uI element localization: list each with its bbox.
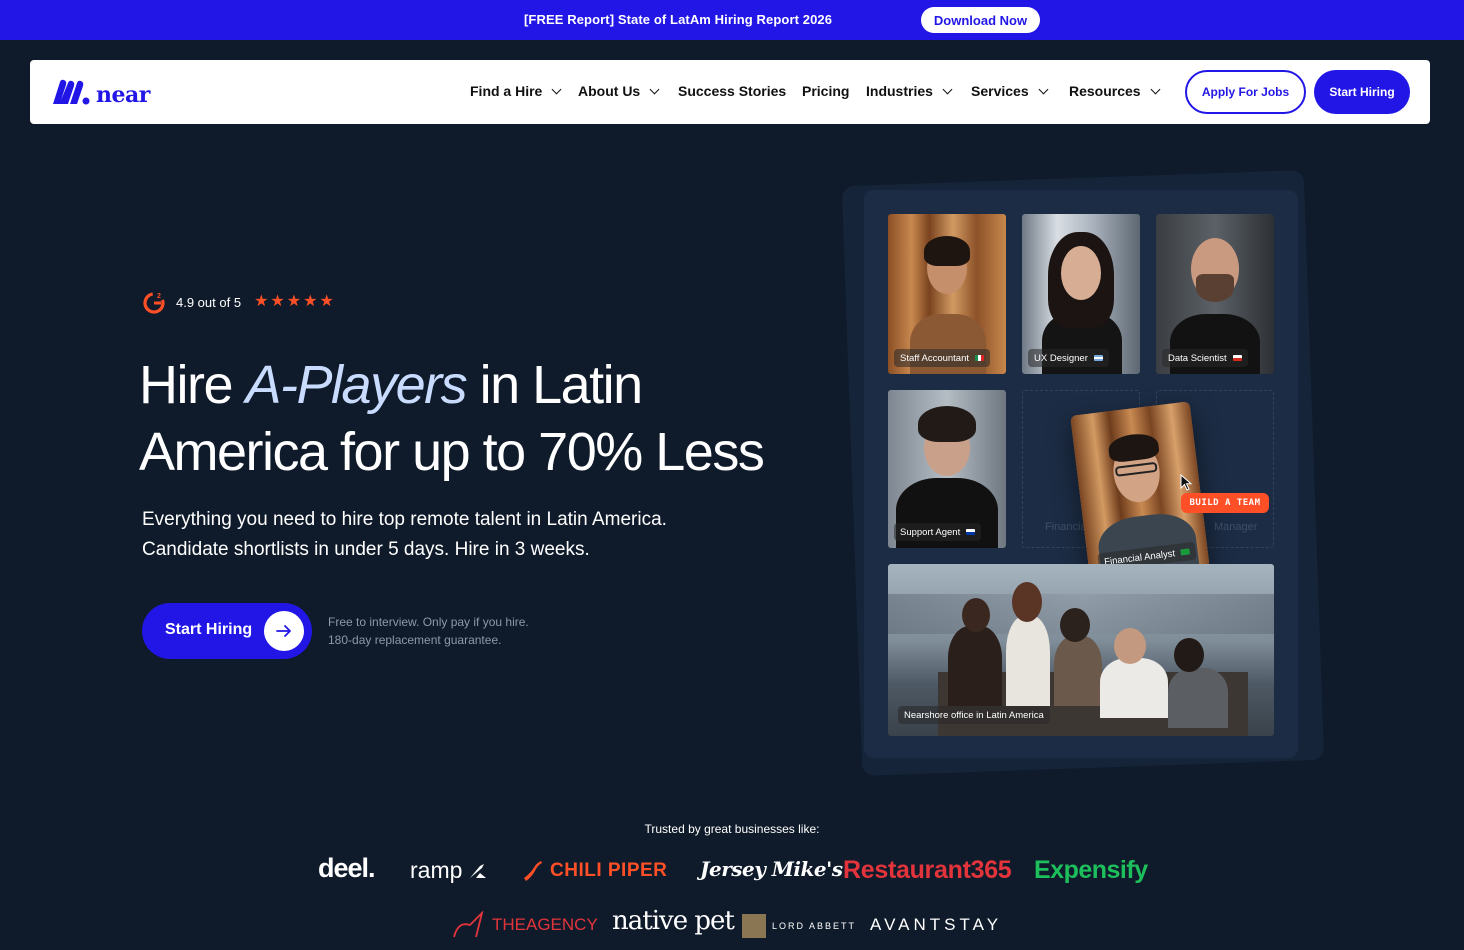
candidate-tile-staff-accountant[interactable]: Staff Accountant bbox=[888, 214, 1006, 374]
hero-headline: Hire A-Players in Latin America for up t… bbox=[139, 352, 839, 486]
svg-text:2: 2 bbox=[157, 293, 161, 300]
sub-line-1: Everything you need to hire top remote t… bbox=[142, 509, 667, 530]
tile-label: Staff Accountant bbox=[894, 349, 991, 367]
banner-text: [FREE Report] State of LatAm Hiring Repo… bbox=[524, 12, 833, 27]
uruguay-flag-icon bbox=[966, 529, 976, 535]
logo-lord-abbett-text: LORD ABBETT bbox=[772, 921, 857, 931]
nav-item-pricing[interactable]: Pricing bbox=[802, 83, 849, 99]
ramp-mark-icon bbox=[470, 863, 487, 878]
star-icon: ★ bbox=[319, 293, 334, 310]
logo-chili-piper: CHILI PIPER bbox=[522, 859, 667, 883]
candidate-tile-support-agent[interactable]: Support Agent bbox=[888, 390, 1006, 548]
build-a-team-badge[interactable]: BUILD A TEAM bbox=[1181, 493, 1269, 513]
logo-deel: deel. bbox=[318, 853, 376, 883]
nav-item-about-us[interactable]: About Us bbox=[578, 83, 660, 99]
logo-chili-piper-text: CHILI PIPER bbox=[550, 860, 668, 881]
nav-item-success-stories[interactable]: Success Stories bbox=[678, 83, 786, 99]
fine-line-2: 180-day replacement guarantee. bbox=[328, 633, 502, 647]
chevron-down-icon bbox=[1038, 84, 1049, 94]
headline-pre: Hire bbox=[139, 355, 246, 415]
logo-text: near bbox=[96, 82, 150, 108]
nav-item-find-a-hire[interactable]: Find a Hire bbox=[470, 83, 562, 99]
dim-slot-label: Manager bbox=[1214, 521, 1258, 533]
logo-expensify: Expensify bbox=[1034, 856, 1148, 884]
logo-ramp-text: ramp bbox=[410, 857, 463, 883]
hero-subheadline: Everything you need to hire top remote t… bbox=[142, 505, 782, 565]
brazil-flag-icon bbox=[1180, 548, 1191, 556]
nav-item-resources[interactable]: Resources bbox=[1069, 83, 1161, 99]
star-icon: ★ bbox=[270, 293, 285, 310]
chile-flag-icon bbox=[1232, 355, 1242, 361]
nav-item-label: Success Stories bbox=[678, 83, 787, 99]
tile-label: Support Agent bbox=[894, 523, 982, 541]
nav-item-label: Services bbox=[971, 83, 1029, 99]
star-icon: ★ bbox=[254, 293, 269, 310]
rating-stars: ★ ★ ★ ★ ★ bbox=[254, 294, 334, 310]
logo-native-pet: native pet bbox=[612, 906, 735, 936]
nav-item-label: Resources bbox=[1069, 83, 1141, 99]
arrow-right-icon bbox=[264, 611, 304, 651]
g2-rating: 2 4.9 out of 5 ★ ★ ★ ★ ★ bbox=[142, 290, 334, 314]
chevron-down-icon bbox=[1150, 84, 1161, 94]
logo-avantstay: AVANTSTAY bbox=[870, 915, 1003, 934]
chili-pepper-icon bbox=[524, 861, 542, 881]
rating-text: 4.9 out of 5 bbox=[176, 294, 242, 310]
near-logo[interactable]: near bbox=[50, 77, 150, 108]
download-now-button[interactable]: Download Now bbox=[921, 7, 1040, 33]
chevron-down-icon bbox=[649, 84, 660, 94]
logo-restaurant365: Restaurant365 bbox=[843, 856, 1012, 884]
argentina-flag-icon bbox=[1093, 355, 1103, 361]
nav-item-label: Industries bbox=[866, 83, 933, 99]
sub-line-2: Candidate shortlists in under 5 days. Hi… bbox=[142, 539, 590, 560]
chevron-down-icon bbox=[942, 84, 953, 94]
the-agency-mark-icon bbox=[453, 911, 484, 938]
mexico-flag-icon bbox=[975, 355, 985, 361]
office-photo: Nearshore office in Latin America bbox=[888, 564, 1274, 736]
nav-item-label: Pricing bbox=[802, 83, 850, 99]
cursor-pointer-icon bbox=[1180, 474, 1193, 491]
star-icon: ★ bbox=[303, 293, 318, 310]
nav-item-label: About Us bbox=[578, 83, 641, 99]
apply-for-jobs-button[interactable]: Apply For Jobs bbox=[1185, 70, 1306, 114]
tile-label: Nearshore office in Latin America bbox=[898, 706, 1050, 724]
nav-item-label: Find a Hire bbox=[470, 83, 543, 99]
nav-item-services[interactable]: Services bbox=[971, 83, 1049, 99]
logo-the-agency: THEAGENCY bbox=[452, 911, 598, 939]
tile-label: UX Designer bbox=[1028, 349, 1109, 367]
start-hiring-cta-button[interactable]: Start Hiring bbox=[142, 603, 312, 659]
candidate-tile-ux-designer[interactable]: UX Designer bbox=[1022, 214, 1140, 374]
main-nav: near Find a Hire About Us Success Storie… bbox=[30, 60, 1430, 124]
candidate-card-financial-analyst[interactable]: Financial Analyst bbox=[1070, 401, 1210, 583]
fine-line-1: Free to interview. Only pay if you hire. bbox=[328, 615, 529, 629]
guarantee-note: Free to interview. Only pay if you hire.… bbox=[328, 613, 529, 649]
logo-ramp: ramp bbox=[410, 857, 488, 884]
near-logo-mark-icon bbox=[53, 79, 90, 105]
start-hiring-nav-button[interactable]: Start Hiring bbox=[1314, 70, 1410, 114]
g2-logo-icon: 2 bbox=[143, 292, 165, 314]
logo-lord-abbett: LORD ABBETT bbox=[742, 914, 856, 938]
trusted-heading: Trusted by great businesses like: bbox=[644, 822, 820, 836]
candidate-tile-data-scientist[interactable]: Data Scientist bbox=[1156, 214, 1274, 374]
nav-item-industries[interactable]: Industries bbox=[866, 83, 953, 99]
lord-abbett-mark-icon bbox=[742, 914, 766, 938]
chevron-down-icon bbox=[551, 84, 562, 94]
headline-accent: A-Players bbox=[245, 355, 468, 415]
logo-the-agency-text: THEAGENCY bbox=[492, 915, 598, 934]
logo-jersey-mikes: Jersey Mike's bbox=[700, 857, 843, 881]
star-icon: ★ bbox=[286, 293, 302, 310]
promo-banner: [FREE Report] State of LatAm Hiring Repo… bbox=[0, 0, 1464, 40]
tile-label: Data Scientist bbox=[1162, 349, 1248, 367]
dim-slot-label: Financia bbox=[1045, 521, 1087, 533]
cta-label: Start Hiring bbox=[165, 621, 253, 638]
